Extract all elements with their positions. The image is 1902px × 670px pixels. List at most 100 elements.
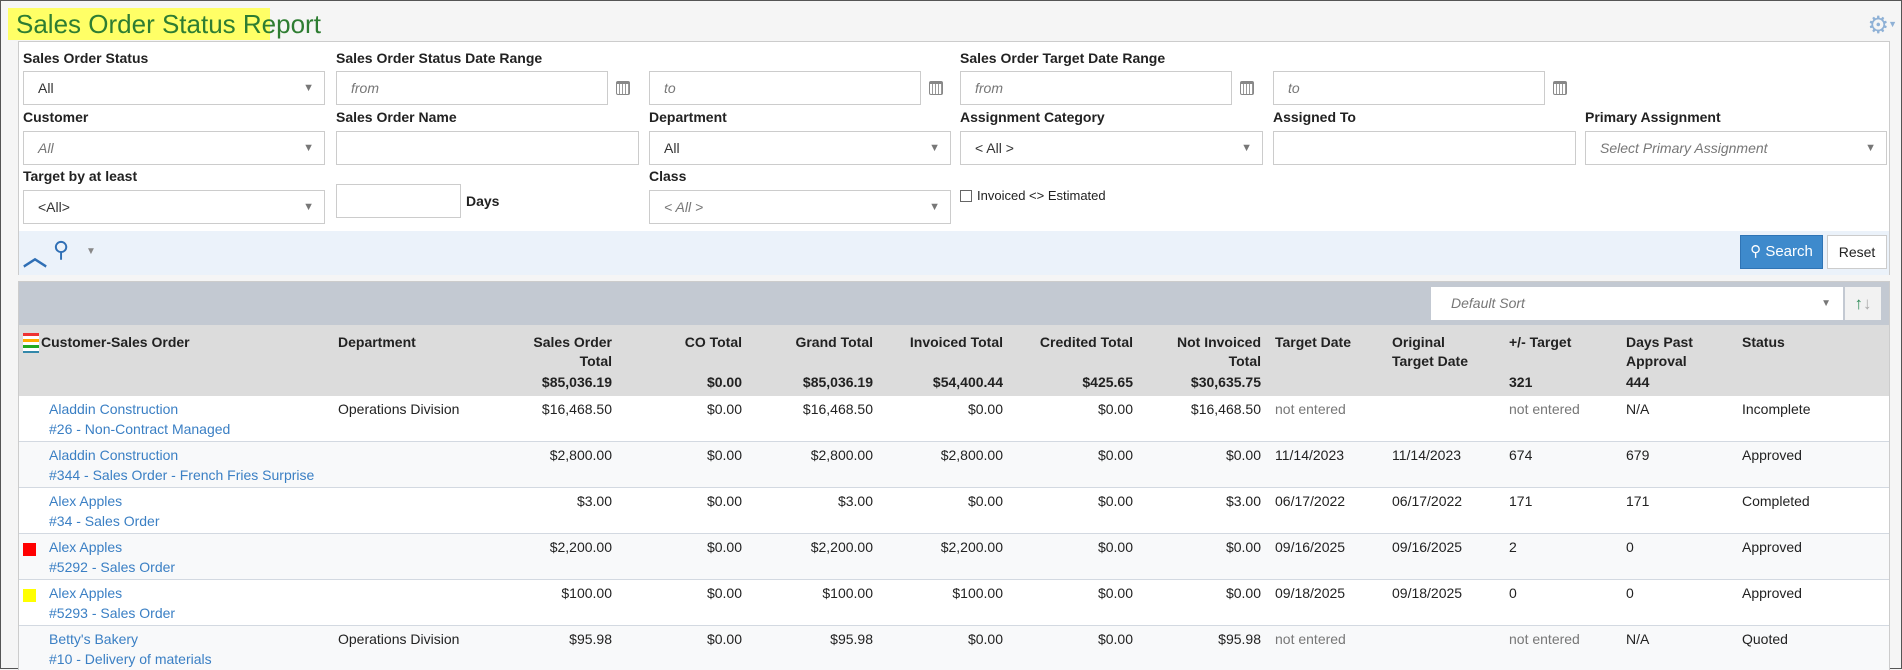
column-label: +/- Target [1509,334,1572,350]
column-header[interactable]: Credited Total $425.65 [1011,325,1141,396]
target-from-input[interactable]: from [960,71,1232,105]
order-link[interactable]: #10 - Delivery of materials [49,649,332,669]
cell-invoiced: $0.00 [967,493,1003,509]
cell-plus-minus: not entered [1509,401,1580,417]
invoiced-estimated-checkbox[interactable]: Invoiced <> Estimated [960,188,1106,203]
table-row: Alex Apples #34 - Sales Order $3.00 $0.00 $3… [19,488,1889,534]
target-by-select[interactable]: <All> ▼ [23,190,325,224]
cell-plus-minus: 0 [1509,585,1517,601]
column-header[interactable]: Invoiced Total $54,400.44 [881,325,1011,396]
primary-assignment-placeholder: Select Primary Assignment [1600,140,1768,156]
customer-link[interactable]: Alex Apples [49,537,332,557]
cell-status: Approved [1742,585,1802,601]
cell-invoiced: $100.00 [952,585,1003,601]
calendar-icon[interactable] [1240,81,1254,95]
cell-target-date: 09/16/2025 [1275,539,1346,555]
so-name-input[interactable] [336,131,639,165]
gear-icon[interactable]: ⚙ [1867,11,1889,40]
order-link[interactable]: #34 - Sales Order [49,511,332,531]
column-header[interactable]: Status [1736,325,1889,396]
column-header[interactable]: Not Invoiced Total $30,635.75 [1141,325,1269,396]
collapse-chevron-up-icon[interactable]: ︿ [23,237,47,272]
sort-select[interactable]: Default Sort ▼ [1431,287,1843,320]
cell-grand-total: $3.00 [837,493,873,509]
status-indicator [23,589,36,602]
column-total: $85,036.19 [802,374,873,390]
chevron-down-icon[interactable]: ▼ [86,246,96,257]
search-settings-icon[interactable]: ⚲ [53,237,69,263]
cell-so-total: $2,200.00 [549,539,612,555]
table-row: Aladdin Construction #26 - Non-Contract M… [19,396,1889,442]
column-chooser-icon[interactable] [23,333,39,353]
cell-co-total: $0.00 [706,493,742,509]
column-header[interactable]: Grand Total $85,036.19 [750,325,881,396]
table-header: Customer-Sales Order Department Sales Orde… [19,325,1889,396]
assignment-category-select[interactable]: < All > ▼ [960,131,1263,165]
calendar-icon[interactable] [929,81,943,95]
column-header[interactable]: Original Target Date [1386,325,1503,396]
primary-assignment-select[interactable]: Select Primary Assignment ▼ [1585,131,1887,165]
checkbox-box[interactable] [960,189,972,202]
sort-placeholder: Default Sort [1451,295,1525,311]
cell-orig-target [1386,629,1503,670]
primary-assignment-label: Primary Assignment [1585,109,1721,125]
target-to-input[interactable]: to [1273,71,1545,105]
cell-status: Approved [1742,447,1802,463]
cell-target-date: 06/17/2022 [1275,493,1346,509]
department-select[interactable]: All ▼ [649,131,951,165]
chevron-down-icon: ▼ [1241,142,1252,154]
column-header[interactable]: Customer-Sales Order [19,325,332,396]
customer-link[interactable]: Betty's Bakery [49,629,332,649]
class-select[interactable]: < All > ▼ [649,190,951,224]
column-header[interactable]: Target Date [1269,325,1386,396]
cell-plus-minus: 171 [1509,493,1533,509]
column-header[interactable]: Days Past Approval 444 [1620,325,1736,396]
chevron-down-icon: ▼ [1865,142,1876,154]
order-link[interactable]: #5293 - Sales Order [49,603,332,623]
status-to-input[interactable]: to [649,71,921,105]
calendar-icon[interactable] [1553,81,1567,95]
sort-direction-icon[interactable]: ↑↓ [1845,287,1881,320]
cell-status: Approved [1742,539,1802,555]
search-label: Search [1765,243,1813,260]
status-from-input[interactable]: from [336,71,608,105]
cell-so-total: $2,800.00 [549,447,612,463]
customer-link[interactable]: Alex Apples [49,491,332,511]
order-link[interactable]: #26 - Non-Contract Managed [49,419,332,439]
cell-credited: $0.00 [1097,585,1133,601]
order-link[interactable]: #344 - Sales Order - French Fries Surpri… [49,465,332,485]
column-header[interactable]: CO Total $0.00 [620,325,750,396]
column-header[interactable]: Department [332,325,522,396]
class-label: Class [649,168,687,184]
cell-status: Incomplete [1742,401,1811,417]
customer-link[interactable]: Aladdin Construction [49,445,332,465]
table-row: Alex Apples #5292 - Sales Order $2,200.00 $… [19,534,1889,580]
customer-select[interactable]: All ▼ [23,131,325,165]
column-label: Customer-Sales Order [41,334,190,350]
customer-link[interactable]: Aladdin Construction [49,399,332,419]
cell-invoiced: $2,200.00 [940,539,1003,555]
search-button[interactable]: ⚲ Search [1740,235,1823,269]
order-link[interactable]: #5292 - Sales Order [49,557,332,577]
column-header[interactable]: +/- Target 321 [1503,325,1620,396]
so-status-select[interactable]: All ▼ [23,71,325,105]
column-header[interactable]: Sales Order Total $85,036.19 [522,325,620,396]
assigned-to-label: Assigned To [1273,109,1356,125]
so-name-label: Sales Order Name [336,109,457,125]
cell-co-total: $0.00 [706,401,742,417]
cell-co-total: $0.00 [706,585,742,601]
department-value: All [664,140,680,156]
column-total: $85,036.19 [541,374,612,390]
cell-credited: $0.00 [1097,539,1133,555]
days-input[interactable] [336,184,461,218]
assignment-category-value: < All > [975,140,1014,156]
column-total: $54,400.44 [932,374,1003,390]
assigned-to-input[interactable] [1273,131,1576,165]
cell-grand-total: $95.98 [830,631,873,647]
chevron-down-icon[interactable]: ▼ [1888,19,1897,29]
calendar-icon[interactable] [616,81,630,95]
filter-panel: Sales Order Status All ▼ Sales Order Stat… [18,41,1890,275]
target-by-value: <All> [38,199,70,215]
customer-link[interactable]: Alex Apples [49,583,332,603]
reset-button[interactable]: Reset [1827,235,1887,269]
